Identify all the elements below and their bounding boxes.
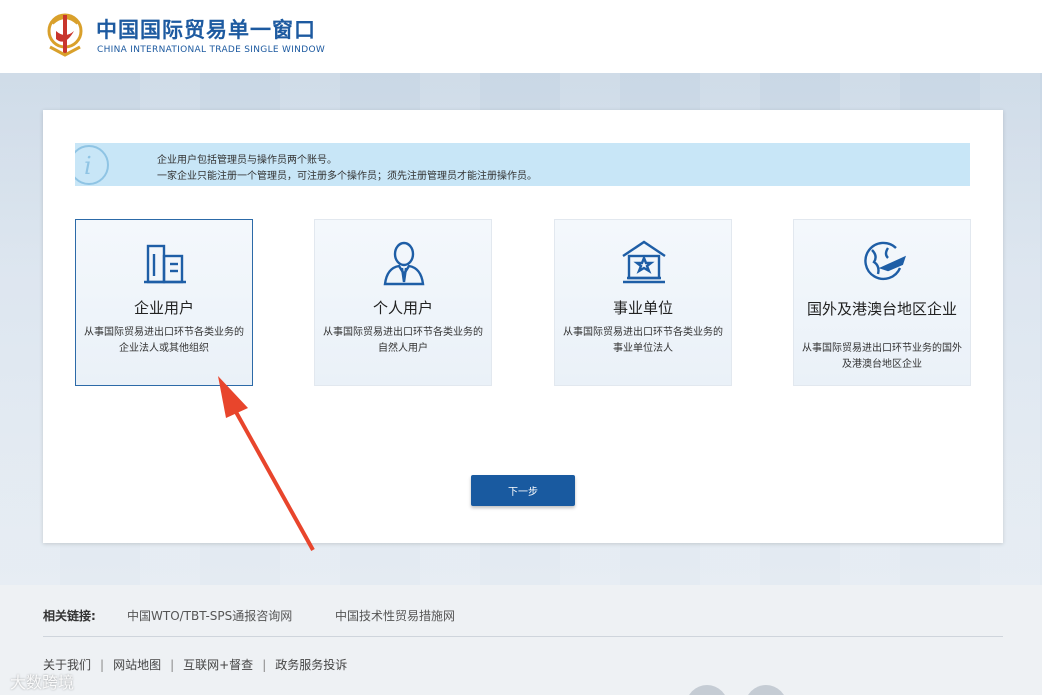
nav-separator: | bbox=[170, 658, 175, 672]
nav-separator: | bbox=[100, 658, 105, 672]
site-header: 中国国际贸易单一窗口 CHINA INTERNATIONAL TRADE SIN… bbox=[0, 0, 1042, 73]
nav-sitemap[interactable]: 网站地图 bbox=[113, 658, 161, 672]
brand-subtitle: CHINA INTERNATIONAL TRADE SINGLE WINDOW bbox=[97, 45, 326, 55]
notice-text-1: 企业用户包括管理员与操作员两个账号。 bbox=[157, 155, 337, 166]
globe-plane-icon bbox=[864, 241, 907, 281]
institution-icon bbox=[622, 240, 666, 284]
customs-emblem-icon bbox=[47, 13, 83, 57]
site-footer: 相关链接: 中国WTO/TBT-SPS通报咨询网 中国技术性贸易措施网 关于我们… bbox=[0, 585, 1042, 695]
card-title: 事业单位 bbox=[612, 299, 673, 317]
link-wto-tbt-sps[interactable]: 中国WTO/TBT-SPS通报咨询网 bbox=[127, 607, 292, 624]
watermark-text: 大数跨境 bbox=[10, 673, 75, 692]
nav-service-complaints[interactable]: 政务服务投诉 bbox=[275, 658, 347, 672]
card-title: 企业用户 bbox=[133, 299, 194, 317]
user-type-panel: i 企业用户包括管理员与操作员两个账号。 一家企业只能注册一个管理员，可注册多个… bbox=[43, 110, 1003, 543]
nav-separator: | bbox=[262, 658, 267, 672]
info-icon: i bbox=[75, 145, 109, 185]
card-public-institution[interactable]: 事业单位 从事国际贸易进出口环节各类业务的事业单位法人 bbox=[554, 219, 732, 386]
annotation-arrow-icon bbox=[218, 376, 315, 551]
card-title: 个人用户 bbox=[372, 299, 433, 317]
card-title: 国外及港澳台地区企业 bbox=[806, 300, 957, 318]
notice-text-2: 一家企业只能注册一个管理员，可注册多个操作员；须先注册管理员才能注册操作员。 bbox=[157, 171, 537, 182]
card-description: 从事国际贸易进出口环节各类业务的事业单位法人 bbox=[563, 327, 723, 354]
person-icon bbox=[383, 241, 425, 286]
footer-qr-badge bbox=[686, 685, 728, 695]
svg-text:i: i bbox=[84, 152, 92, 180]
card-description: 从事国际贸易进出口环节业务的国外及港澳台地区企业 bbox=[802, 343, 962, 370]
card-personal-user[interactable]: 个人用户 从事国际贸易进出口环节各类业务的自然人用户 bbox=[314, 219, 492, 386]
card-description: 从事国际贸易进出口环节各类业务的自然人用户 bbox=[323, 327, 483, 354]
nav-internet-supervision[interactable]: 互联网+督查 bbox=[183, 658, 253, 672]
building-icon bbox=[144, 244, 186, 284]
footer-divider bbox=[43, 636, 1003, 637]
brand-title: 中国国际贸易单一窗口 bbox=[96, 18, 316, 42]
footer-nav: 关于我们 | 网站地图 | 互联网+督查 | 政务服务投诉 bbox=[43, 656, 347, 673]
footer-qr-badge bbox=[745, 685, 787, 695]
link-tech-trade-measures[interactable]: 中国技术性贸易措施网 bbox=[335, 607, 455, 624]
related-links-label: 相关链接: bbox=[43, 609, 96, 623]
card-enterprise-user[interactable]: 企业用户 从事国际贸易进出口环节各类业务的企业法人或其他组织 bbox=[75, 219, 253, 386]
info-notice: i 企业用户包括管理员与操作员两个账号。 一家企业只能注册一个管理员，可注册多个… bbox=[75, 143, 970, 186]
card-overseas-enterprise[interactable]: 国外及港澳台地区企业 从事国际贸易进出口环节业务的国外及港澳台地区企业 bbox=[793, 219, 971, 386]
next-step-button[interactable]: 下一步 bbox=[471, 475, 575, 506]
card-description: 从事国际贸易进出口环节各类业务的企业法人或其他组织 bbox=[84, 327, 244, 354]
